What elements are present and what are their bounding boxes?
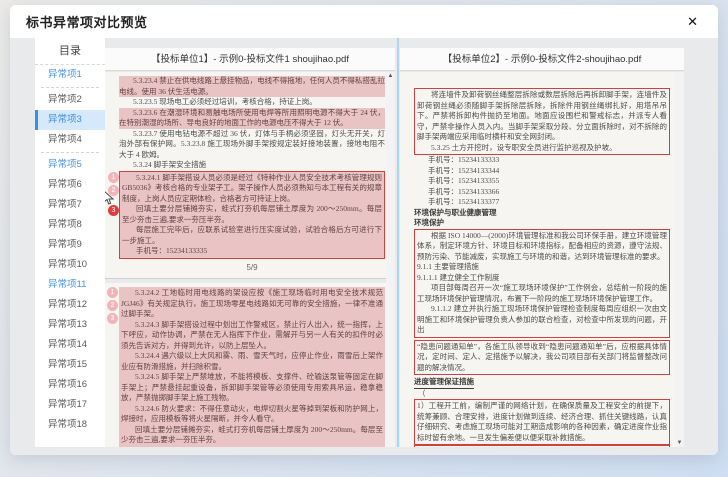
anomaly-badge-1[interactable]: 1: [107, 287, 118, 298]
scroll-down-icon[interactable]: ▼: [677, 439, 683, 447]
paragraph: 5.3.24 脚手架安全措施: [119, 160, 385, 171]
modal-body: 目录 异常项1 异常项2 异常项3 异常项4 异常项5 异常项6 异常项7 异常…: [10, 38, 718, 455]
sidebar-item-anomaly-5[interactable]: 异常项5: [35, 155, 105, 175]
anomaly-match-box: 1）工程开工前，编制严谨的网络计划，在确保质量及工程安全的前提下，统筹兼顾、合理…: [414, 399, 670, 445]
sidebar-item-anomaly-11[interactable]: 异常项11: [35, 275, 105, 295]
sidebar-item-anomaly-13[interactable]: 异常项13: [35, 315, 105, 335]
section-heading: 环境保护: [414, 218, 670, 229]
paragraph: 5.3.23.7 使用电钻电源不超过 36 伏，灯体与手柄必须坚固，灯头无开关，…: [119, 129, 385, 161]
right-document-panel: 【投标单位2】- 示例0-投标文件2-shoujihao.pdf ▲ ▼ 将连墙…: [400, 48, 684, 447]
document-page-5: 5.3.23.4 禁止在供电线路上悬挂物品，电线不得拖地，任何人员不得私搭乱拉电…: [105, 72, 395, 278]
sidebar-item-anomaly-3[interactable]: 异常项3: [35, 110, 105, 130]
right-panel-scrollbar[interactable]: ▲ ▼: [675, 72, 684, 447]
line: “隐患问题通知单”，各施工队领导收到“隐患问题通知单”后，应根据具体情况，定时间…: [417, 342, 667, 374]
sidebar-item-anomaly-4[interactable]: 异常项4: [35, 130, 105, 150]
highlighted-paragraph: 5.3.23.4 禁止在供电线路上悬挂物品，电线不得拖地，任何人员不得私搭乱拉电…: [119, 76, 385, 97]
sidebar-item-anomaly-2[interactable]: 异常项2: [35, 90, 105, 110]
toc-title: 目录: [35, 38, 105, 65]
right-document-content: 将连墙件及卸荷钢丝绳整层拆除或数层拆除后再拆卸脚手架，连墙件及卸荷钢丝绳必须随脚…: [400, 72, 684, 447]
toc-separator: [41, 152, 99, 153]
left-document-title: 【投标单位1】- 示例0-投标文件1 shoujihao.pdf: [105, 48, 395, 71]
anomaly-match-box: 将连墙件及卸荷钢丝绳整层拆除或数层拆除后再拆卸脚手架，连墙件及卸荷钢丝绳必须随脚…: [414, 88, 670, 155]
panel-divider: [397, 38, 399, 447]
sidebar-item-anomaly-14[interactable]: 异常项14: [35, 335, 105, 355]
right-document-title: 【投标单位2】- 示例0-投标文件2-shoujihao.pdf: [400, 48, 684, 71]
highlighted-paragraph: 5.3.23.6 在潮湿环境和易触电场所使用电焊等所用照明电源不得大于 24 伏…: [119, 108, 385, 129]
line: 将连墙件及卸荷钢丝绳整层拆除或数层拆除后再拆卸脚手架，连墙件及卸荷钢丝绳必须随脚…: [417, 90, 667, 143]
anomaly-badge-column: 1 2 3: [107, 287, 119, 326]
phone-line: 手机号：15234133377: [414, 197, 670, 208]
line: 5.3.25 土方开挖时，设专职安全员进行监护巡视及护坡。: [417, 143, 667, 154]
modal-header: 标书异常项对比预览 ✕: [10, 5, 718, 38]
line: 9.1.1 主要管理措施: [417, 262, 667, 273]
highlighted-line: 5.3.24.5 脚手架上严禁堆放，不能将模板、支撑件、砼输送泵管等固定在脚手架…: [121, 372, 383, 404]
line: 根据 ISO 14000—(2000)环境管理标准和我公司环保手册，建立环境管理…: [417, 231, 667, 263]
anomaly-badge-column: 1 2 3: [108, 172, 120, 218]
highlighted-line: 5.3.24.6 防火要求：不得任意动火，电焊切割火星等掉到架板和防护网上，焊接…: [121, 404, 383, 425]
line: 9.1.1.2 建立并执行施工现场环境保护管理检查制度每周应组织一次由文明施工和…: [417, 304, 667, 336]
highlighted-line: 每层施工完毕后，应联系试验室进行压实度试验，试验合格后方可进行下一步施工。: [122, 225, 382, 246]
close-icon[interactable]: ✕: [683, 12, 702, 32]
modal-title: 标书异常项对比预览: [26, 12, 148, 31]
anomaly-badge-2[interactable]: 2: [107, 300, 118, 311]
page-indicator: 5/9: [119, 259, 385, 276]
sidebar-item-anomaly-12[interactable]: 异常项12: [35, 295, 105, 315]
anomaly-match-box: 回填土要分层铺摊夯实，蛙式打夯机每层铺土厚度为 200～250mm。每层至少夯击…: [414, 445, 670, 447]
anomaly-highlight-box: 1 2 3 5.3.24.1 脚手架搭设人员必须是经过《特种作业人员安全技术考核…: [119, 171, 385, 259]
scroll-up-icon[interactable]: ▲: [388, 72, 394, 80]
sidebar-item-anomaly-9[interactable]: 异常项9: [35, 235, 105, 255]
highlighted-line: 回填土要分层铺摊夯实，蛙式打夯机每层铺土厚度为 200～250mm。每层至少夯击…: [122, 204, 382, 225]
sidebar-item-anomaly-17[interactable]: 异常项17: [35, 395, 105, 415]
left-document-content: 5.3.23.4 禁止在供电线路上悬挂物品，电线不得拖地，任何人员不得私搭乱拉电…: [105, 72, 395, 447]
anomaly-badge-1[interactable]: 1: [108, 172, 119, 183]
line: （: [414, 389, 670, 400]
phone-line: 手机号：15234133355: [414, 176, 670, 187]
section-heading: 环境保护与职业健康管理: [414, 208, 670, 219]
document-page-6: 1 2 3 5.3.24.2 工地临时用电线路的架设应按《施工现场临时用电安全技…: [105, 283, 395, 447]
sidebar-item-anomaly-6[interactable]: 异常项6: [35, 175, 105, 195]
section-heading: 进度管理保证措施: [414, 377, 474, 389]
highlighted-line: 5.3.24.3 脚手架搭设过程中划出工作警戒区，禁止行人出入，统一指挥，上下呼…: [121, 320, 383, 352]
document-page: 将连墙件及卸荷钢丝绳整层拆除或数层拆除后再拆卸脚手架，连墙件及卸荷钢丝绳必须随脚…: [400, 72, 684, 447]
toc-separator: [41, 87, 99, 88]
line: 9.1.1.1 建立健全工作制度: [417, 273, 667, 284]
highlighted-line: 5.3.24.4 遇六级以上大风和雾、雨、雪天气时，应停止作业，雨雪后上架作业应…: [121, 351, 383, 372]
line: 项目部每周召开一次“施工现场环境保护”工作例会，总结前一阶段的施工现场环境保护管…: [417, 283, 667, 304]
compare-preview-modal: 标书异常项对比预览 ✕ 目录 异常项1 异常项2 异常项3 异常项4 异常项5 …: [10, 5, 718, 455]
sidebar-item-anomaly-10[interactable]: 异常项10: [35, 255, 105, 275]
sidebar-item-anomaly-18[interactable]: 异常项18: [35, 415, 105, 435]
sidebar-item-anomaly-7[interactable]: 异常项7: [35, 195, 105, 215]
anomaly-badge-3[interactable]: 3: [107, 313, 118, 324]
sidebar-item-anomaly-15[interactable]: 异常项15: [35, 355, 105, 375]
sidebar-item-anomaly-1[interactable]: 异常项1: [35, 65, 105, 85]
highlighted-line: 手机号：15234133335: [122, 246, 382, 257]
anomaly-highlight-block: 1 2 3 5.3.24.2 工地临时用电线路的架设应按《施工现场临时用电安全技…: [119, 287, 385, 447]
left-document-panel: 【投标单位1】- 示例0-投标文件1 shoujihao.pdf ▲ ▼ 5.3…: [105, 48, 395, 447]
phone-line: 手机号：15234133333: [414, 155, 670, 166]
phone-line: 手机号：15234133344: [414, 166, 670, 177]
toc-sidebar: 目录 异常项1 异常项2 异常项3 异常项4 异常项5 异常项6 异常项7 异常…: [35, 38, 105, 447]
line: 1）工程开工前，编制严谨的网络计划，在确保质量及工程安全的前提下，统筹兼顾、合理…: [417, 401, 667, 443]
paragraph: 5.3.23.5 现场电工必须经过培训，考核合格，持证上岗。: [119, 97, 385, 108]
sidebar-item-anomaly-16[interactable]: 异常项16: [35, 375, 105, 395]
sidebar-item-anomaly-8[interactable]: 异常项8: [35, 215, 105, 235]
left-panel-scrollbar[interactable]: ▲ ▼: [386, 72, 395, 447]
phone-line: 手机号：15234133366: [414, 187, 670, 198]
mouse-cursor-icon: [105, 190, 115, 210]
highlighted-line: 5.3.24.2 工地临时用电线路的架设应按《施工现场临时用电安全技术规范 JG…: [121, 288, 383, 320]
anomaly-match-box: “隐患问题通知单”，各施工队领导收到“隐患问题通知单”后，应根据具体情况，定时间…: [414, 340, 670, 376]
anomaly-match-box: 根据 ISO 14000—(2000)环境管理标准和我公司环保手册，建立环境管理…: [414, 229, 670, 338]
highlighted-line: 5.3.24.1 脚手架搭设人员必须是经过《特种作业人员安全技术考核管理规则 G…: [122, 173, 382, 205]
highlighted-line: 回填土要分层铺摊夯实，蛙式打夯机每层铺土厚度为 200～250mm。每层至少夯击…: [121, 425, 383, 446]
